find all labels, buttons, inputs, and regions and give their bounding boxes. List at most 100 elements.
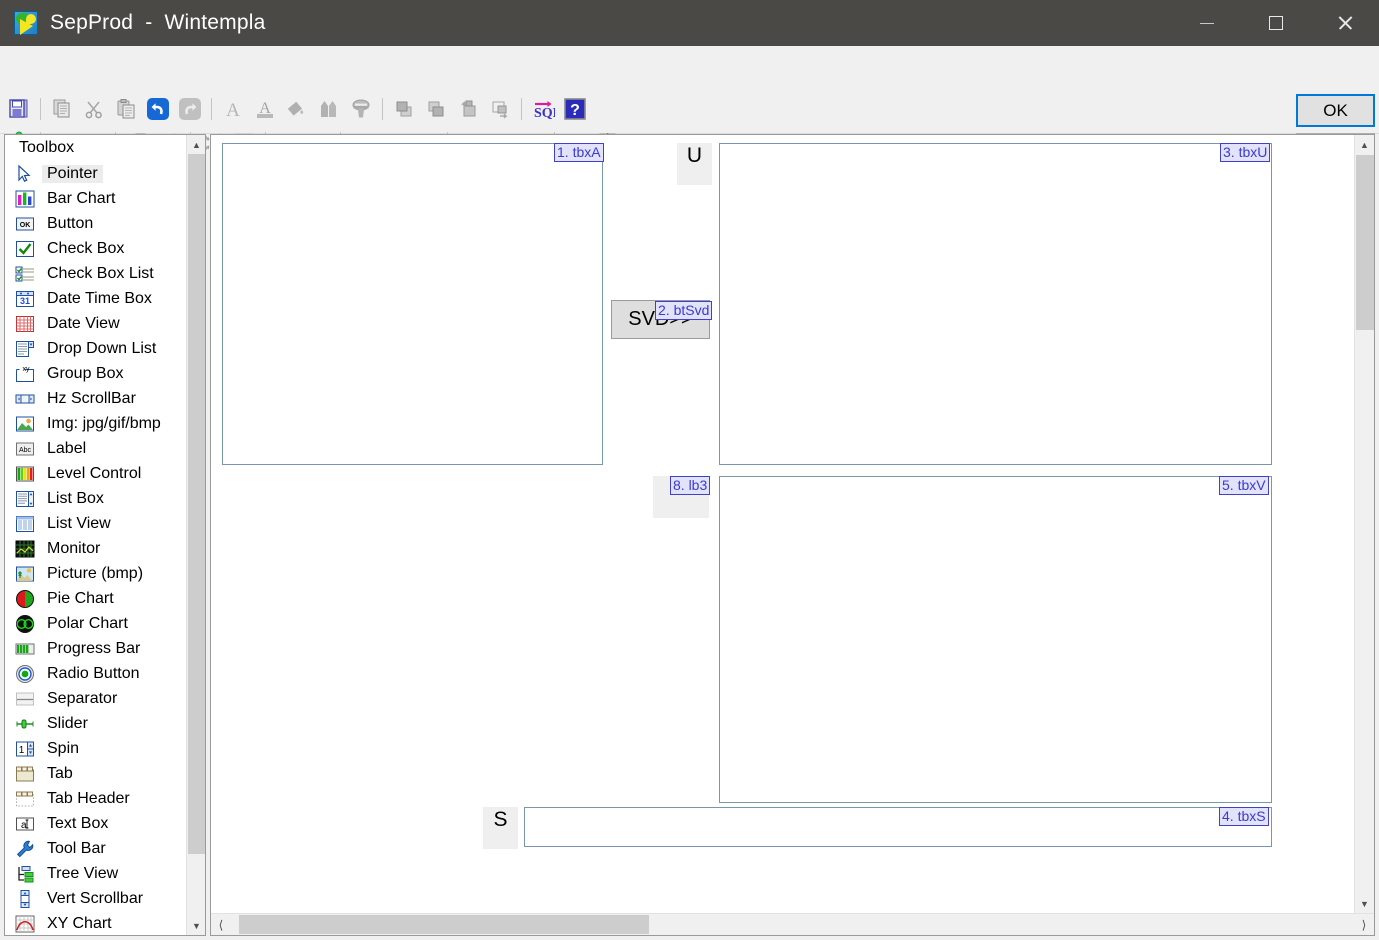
toolbox-item-label[interactable]: Abc Label (5, 436, 205, 461)
toolbox-item-group-box[interactable]: xy Group Box (5, 361, 205, 386)
toolbox-item-date-time-box[interactable]: 31 Date Time Box (5, 286, 205, 311)
toolbox-item-level-control[interactable]: Level Control (5, 461, 205, 486)
move-backward-button[interactable] (453, 94, 483, 124)
move-forward-button[interactable] (485, 94, 515, 124)
design-canvas[interactable]: USVD>>VS1. tbxA2. btSvd3. tbxU8. lb35. t… (211, 135, 1354, 913)
horizontal-scrollbar-thumb[interactable] (239, 915, 649, 934)
design-label-u[interactable]: U (677, 143, 712, 185)
chevron-up-icon[interactable]: ▲ (1355, 135, 1374, 154)
toolbox-item-text-box[interactable]: a Text Box (5, 811, 205, 836)
chevron-down-icon[interactable]: ▼ (187, 916, 205, 935)
toolbox-item-date-view[interactable]: Date View (5, 311, 205, 336)
fill-color-button[interactable] (282, 94, 312, 124)
toolbox-item-tab-header[interactable]: Tab Header (5, 786, 205, 811)
text-box-icon: a (14, 813, 36, 834)
group-box-icon: xy (14, 363, 36, 384)
toolbox-item-button[interactable]: OK Button (5, 211, 205, 236)
toolbox-item-picture-bmp[interactable]: Picture (bmp) (5, 561, 205, 586)
undo-button[interactable] (143, 94, 173, 124)
toolbox-item-label: Label (47, 439, 87, 457)
button-icon: OK (14, 213, 36, 234)
font-button[interactable]: A (218, 94, 248, 124)
design-textbox-tbxv[interactable] (719, 476, 1272, 803)
toolbox-item-list-box[interactable]: List Box (5, 486, 205, 511)
redo-icon (178, 97, 202, 121)
toolbox-item-spin[interactable]: 1 Spin (5, 736, 205, 761)
vert-scrollbar-icon (14, 888, 36, 909)
ok-button[interactable]: OK (1296, 94, 1375, 127)
toolbox-item-check-box-list[interactable]: Check Box List (5, 261, 205, 286)
fill-color-icon (286, 98, 308, 120)
help-button[interactable]: ? (560, 94, 590, 124)
save-button[interactable] (4, 94, 34, 124)
toolbox-list: Pointer Bar Chart OK Button Check Box Check B… (5, 161, 205, 935)
toolbox-item-tool-bar[interactable]: Tool Bar (5, 836, 205, 861)
chevron-right-icon[interactable]: ⟩ (1354, 915, 1374, 935)
toolbar-row-1: A A SQ ? (4, 94, 590, 124)
toolbox-item-label: Text Box (47, 814, 109, 832)
design-textbox-tbxs[interactable] (524, 807, 1272, 847)
bring-to-front-button[interactable] (389, 94, 419, 124)
canvas-horizontal-scrollbar[interactable]: ⟨ ⟩ (211, 913, 1374, 935)
pie-chart-icon (14, 588, 36, 609)
design-widget-text: U (686, 144, 703, 167)
screw-button[interactable] (346, 94, 376, 124)
sql-icon: SQL (531, 98, 555, 120)
toolbox-item-label: Tab (47, 764, 73, 782)
svg-text:a: a (21, 820, 27, 831)
toolbox-item-label: Monitor (47, 539, 101, 557)
redo-button[interactable] (175, 94, 205, 124)
send-to-back-button[interactable] (421, 94, 451, 124)
toolbox-item-separator[interactable]: Separator (5, 686, 205, 711)
design-label-s[interactable]: S (483, 807, 518, 849)
copy-button[interactable] (47, 94, 77, 124)
toolbox-item-monitor[interactable]: Monitor (5, 536, 205, 561)
toolbox-item-img-jpg-gif-bmp[interactable]: Img: jpg/gif/bmp (5, 411, 205, 436)
list-box-icon (14, 488, 36, 509)
toolbox-item-pointer[interactable]: Pointer (5, 161, 205, 186)
toolbox-item-check-box[interactable]: Check Box (5, 236, 205, 261)
send-to-back-icon (425, 98, 447, 120)
canvas-vertical-scrollbar[interactable]: ▲ ▼ (1354, 135, 1374, 913)
font-icon: A (222, 98, 244, 120)
toolbox-item-progress-bar[interactable]: Progress Bar (5, 636, 205, 661)
toolbox-item-pie-chart[interactable]: Pie Chart (5, 586, 205, 611)
toolbox-item-hz-scrollbar[interactable]: Hz ScrollBar (5, 386, 205, 411)
toolbox-item-radio-button[interactable]: Radio Button (5, 661, 205, 686)
maximize-button[interactable] (1241, 0, 1310, 46)
cut-icon (83, 98, 105, 120)
toolbox-scrollbar[interactable]: ▲ ▼ (186, 135, 205, 935)
separator-icon (14, 688, 36, 709)
paste-button[interactable] (111, 94, 141, 124)
pencil-pair-button[interactable] (314, 94, 344, 124)
sql-button[interactable]: SQL (528, 94, 558, 124)
save-icon (8, 98, 30, 120)
toolbox-item-drop-down-list[interactable]: Drop Down List (5, 336, 205, 361)
close-icon (1337, 15, 1353, 31)
close-button[interactable] (1310, 0, 1379, 46)
toolbox-item-tree-view[interactable]: Tree View (5, 861, 205, 886)
toolbox-item-bar-chart[interactable]: Bar Chart (5, 186, 205, 211)
toolbar-separator (211, 98, 212, 120)
chevron-down-icon[interactable]: ▼ (1355, 894, 1374, 913)
toolbox-item-label: Check Box (47, 239, 125, 257)
toolbox-item-polar-chart[interactable]: Polar Chart (5, 611, 205, 636)
move-forward-icon (489, 98, 511, 120)
list-view-icon (14, 513, 36, 534)
toolbox-item-vert-scrollbar[interactable]: Vert Scrollbar (5, 886, 205, 911)
toolbox-item-list-view[interactable]: List View (5, 511, 205, 536)
text-color-button[interactable]: A (250, 94, 280, 124)
cut-button[interactable] (79, 94, 109, 124)
design-textbox-tbxa[interactable] (222, 143, 603, 465)
toolbox-item-label: Bar Chart (47, 189, 116, 207)
toolbox-item-tab[interactable]: Tab (5, 761, 205, 786)
minimize-button[interactable] (1172, 0, 1241, 46)
chevron-up-icon[interactable]: ▲ (187, 135, 205, 154)
vertical-scrollbar-thumb[interactable] (1356, 155, 1374, 330)
toolbox-item-xy-chart[interactable]: XY Chart (5, 911, 205, 935)
chevron-left-icon[interactable]: ⟨ (211, 915, 231, 935)
toolbox-scrollbar-thumb[interactable] (188, 154, 205, 854)
toolbar-separator (521, 98, 522, 120)
toolbox-item-slider[interactable]: Slider (5, 711, 205, 736)
design-textbox-tbxu[interactable] (719, 143, 1272, 465)
